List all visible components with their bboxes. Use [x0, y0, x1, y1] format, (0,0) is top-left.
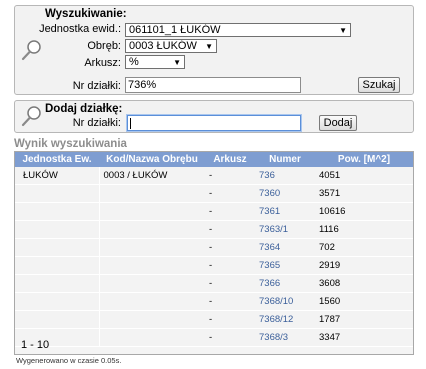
table-row: ŁUKÓW 0003 / ŁUKÓW - 736 4051 — [15, 167, 413, 185]
results-title: Wynik wyszukiwania — [14, 138, 127, 150]
cell-area: 4051 — [315, 167, 413, 185]
cell-jednostka — [15, 292, 100, 311]
cell-area: 2919 — [315, 256, 413, 275]
cell-jednostka — [15, 220, 100, 239]
cell-jednostka — [15, 256, 100, 275]
cell-area: 3571 — [315, 184, 413, 203]
parcel-number-link[interactable]: 7368/10 — [255, 292, 315, 311]
cell-jednostka: ŁUKÓW — [15, 167, 100, 185]
results-box: Jednostka Ew. Kod/Nazwa Obrębu Arkusz Nu… — [14, 151, 414, 355]
add-title: Dodaj działkę: — [45, 103, 123, 115]
table-row: - 7360 3571 — [15, 184, 413, 203]
cell-jednostka — [15, 274, 100, 293]
pager-range: 1 - 10 — [21, 339, 50, 351]
jednostka-label: Jednostka ewid.: — [39, 23, 121, 35]
cell-arkusz: - — [205, 310, 255, 329]
header-obreb[interactable]: Kod/Nazwa Obrębu — [99, 152, 205, 167]
cell-obreb — [99, 238, 205, 257]
header-powierzchnia[interactable]: Pow. [M^2] — [315, 152, 413, 167]
table-row: - 7368/3 3347 — [15, 328, 413, 347]
parcel-number-link[interactable]: 7361 — [255, 202, 315, 221]
cell-arkusz: - — [205, 256, 255, 275]
obreb-label: Obręb: — [87, 40, 121, 52]
cell-area: 1787 — [315, 310, 413, 329]
cell-arkusz: - — [205, 274, 255, 293]
cell-jednostka — [15, 238, 100, 257]
add-parcel-panel: Dodaj działkę: Nr działki: Dodaj — [14, 100, 414, 133]
results-table: Jednostka Ew. Kod/Nazwa Obrębu Arkusz Nu… — [15, 152, 413, 347]
table-row: - 7363/1 1116 — [15, 220, 413, 239]
cell-area: 3347 — [315, 328, 413, 347]
dropdown-arrow-icon: ▼ — [339, 26, 347, 35]
parcel-number-link[interactable]: 7366 — [255, 274, 315, 293]
table-row: - 7361 10616 — [15, 202, 413, 221]
table-row: - 7368/10 1560 — [15, 292, 413, 311]
cell-obreb — [99, 202, 205, 221]
dropdown-arrow-icon: ▼ — [173, 58, 181, 67]
arkusz-label: Arkusz: — [84, 57, 121, 69]
parcel-number-link[interactable]: 7363/1 — [255, 220, 315, 239]
parcel-number-link[interactable]: 7368/12 — [255, 310, 315, 329]
obreb-select[interactable]: 0003 ŁUKÓW ▼ — [125, 39, 217, 53]
cell-arkusz: - — [205, 238, 255, 257]
cell-area: 702 — [315, 238, 413, 257]
search-panel: Wyszukiwanie: Jednostka ewid.: 061101_1 … — [14, 5, 414, 95]
parcel-number-link[interactable]: 736 — [255, 167, 315, 185]
parcel-number-link[interactable]: 7365 — [255, 256, 315, 275]
cell-arkusz: - — [205, 292, 255, 311]
magnifier-icon — [21, 39, 43, 61]
parcel-number-link[interactable]: 7368/3 — [255, 328, 315, 347]
table-row: - 7364 702 — [15, 238, 413, 257]
cell-arkusz: - — [205, 184, 255, 203]
nr-dzialki-input[interactable]: 736% — [125, 77, 301, 93]
dodaj-button[interactable]: Dodaj — [319, 115, 357, 131]
table-row: - 7365 2919 — [15, 256, 413, 275]
cell-obreb — [99, 256, 205, 275]
cell-jednostka — [15, 202, 100, 221]
cell-obreb: 0003 / ŁUKÓW — [99, 167, 205, 185]
cell-jednostka — [15, 310, 100, 329]
parcel-number-link[interactable]: 7360 — [255, 184, 315, 203]
nr-dzialki-label: Nr działki: — [72, 80, 121, 92]
add-nr-dzialki-label: Nr działki: — [72, 117, 121, 129]
cell-obreb — [99, 274, 205, 293]
cell-obreb — [99, 184, 205, 203]
szukaj-button[interactable]: Szukaj — [358, 77, 400, 93]
cell-arkusz: - — [205, 202, 255, 221]
cell-area: 1116 — [315, 220, 413, 239]
cell-area: 10616 — [315, 202, 413, 221]
cell-area: 3608 — [315, 274, 413, 293]
parcel-number-link[interactable]: 7364 — [255, 238, 315, 257]
jednostka-select[interactable]: 061101_1 ŁUKÓW ▼ — [125, 23, 351, 37]
header-numer[interactable]: Numer — [255, 152, 315, 167]
generation-time: Wygenerowano w czasie 0.05s. — [16, 356, 122, 365]
magnifier-icon — [21, 105, 43, 127]
cell-obreb — [99, 310, 205, 329]
cell-area: 1560 — [315, 292, 413, 311]
dropdown-arrow-icon: ▼ — [205, 42, 213, 51]
add-nr-dzialki-input[interactable] — [127, 115, 301, 131]
cell-arkusz: - — [205, 328, 255, 347]
header-arkusz[interactable]: Arkusz — [205, 152, 255, 167]
cell-obreb — [99, 220, 205, 239]
cell-obreb — [99, 292, 205, 311]
table-row: - 7368/12 1787 — [15, 310, 413, 329]
cell-jednostka — [15, 184, 100, 203]
text-caret — [130, 117, 131, 129]
header-jednostka[interactable]: Jednostka Ew. — [15, 152, 99, 167]
search-title: Wyszukiwanie: — [45, 8, 127, 20]
cell-obreb — [99, 328, 205, 347]
results-header-row: Jednostka Ew. Kod/Nazwa Obrębu Arkusz Nu… — [15, 152, 413, 167]
cell-arkusz: - — [205, 167, 255, 185]
cell-arkusz: - — [205, 220, 255, 239]
table-row: - 7366 3608 — [15, 274, 413, 293]
arkusz-select[interactable]: % ▼ — [125, 55, 185, 69]
